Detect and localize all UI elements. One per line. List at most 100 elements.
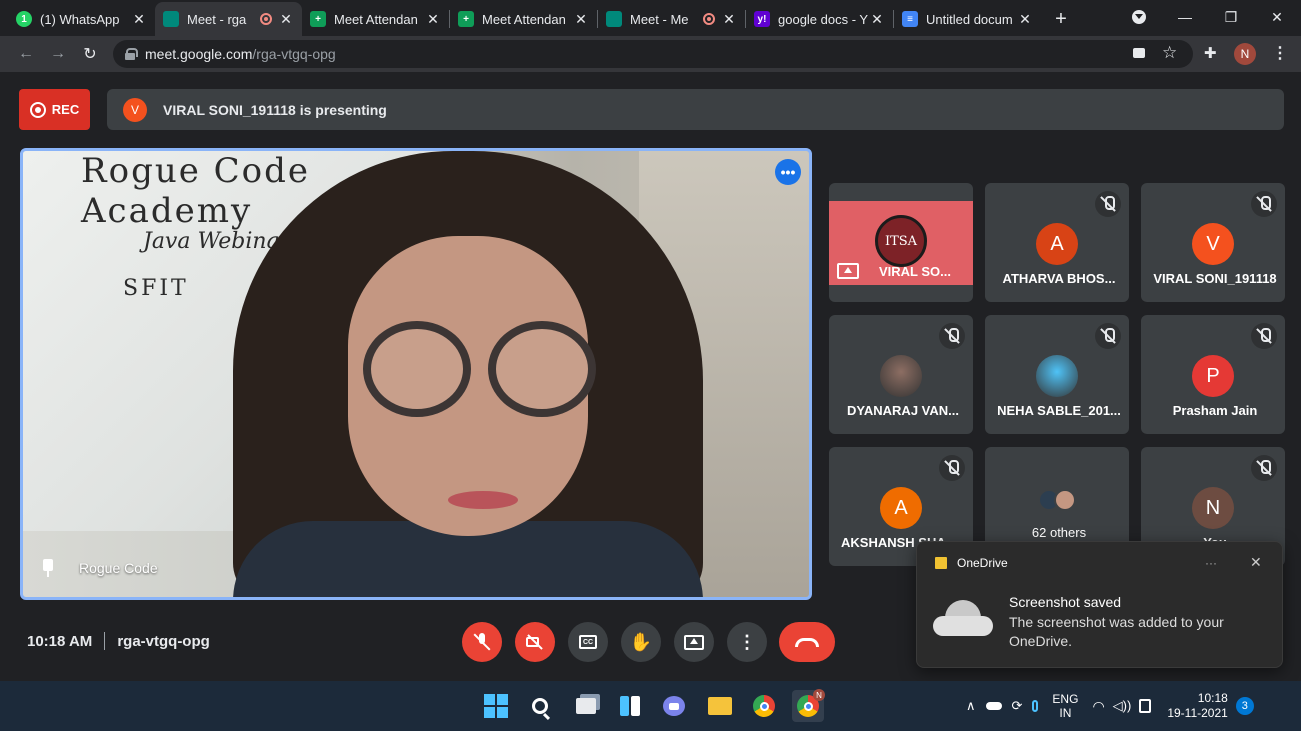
muted-mic-icon <box>1095 191 1121 217</box>
bookmark-star-icon[interactable]: ☆ <box>1162 43 1177 63</box>
language-indicator[interactable]: ENG IN <box>1052 692 1078 720</box>
mic-off-icon <box>473 633 491 651</box>
onedrive-icon <box>935 557 947 569</box>
browser-tab-strip: 1 (1) WhatsApp ✕ Meet - rga ✕ + Meet Attendan ✕… <box>0 0 1301 36</box>
browser-tab[interactable]: 1 (1) WhatsApp ✕ <box>8 2 155 36</box>
participant-name: DYANARAJ VAN... <box>847 403 959 418</box>
screen-share-thumbnail: ITSA VIRAL SO... <box>829 201 973 285</box>
camera-off-button[interactable] <box>515 622 555 662</box>
clock[interactable]: 10:18 19-11-2021 <box>1167 691 1228 721</box>
forward-button[interactable]: → <box>42 38 74 70</box>
participant-tile[interactable]: V VIRAL SONI_191118 <box>1141 183 1285 302</box>
profile-avatar[interactable]: N <box>1234 43 1256 65</box>
participant-name: ATHARVA BHOS... <box>1002 271 1116 286</box>
sync-icon[interactable]: ⟳ <box>1012 698 1023 714</box>
main-tile-name: Rogue Code <box>79 560 158 576</box>
main-video-tile[interactable]: Rogue Code Academy Java Webinar SFIT •••… <box>20 148 812 600</box>
tab-title: Untitled docum <box>926 11 1013 27</box>
search-icon[interactable] <box>524 690 556 722</box>
tab-title: (1) WhatsApp <box>40 11 120 27</box>
microphone-icon[interactable] <box>1032 700 1039 712</box>
hand-icon: ✋ <box>629 631 653 652</box>
browser-tab[interactable]: ≡ Untitled docum ✕ <box>894 2 1041 36</box>
participant-avatar: A <box>880 487 922 529</box>
captions-button[interactable]: CC <box>568 622 608 662</box>
tab-close-icon[interactable]: ✕ <box>425 11 441 28</box>
recording-indicator-icon <box>703 13 715 25</box>
meeting-details[interactable]: 10:18 AM rga-vtgq-opg <box>27 632 210 650</box>
volume-icon[interactable]: ◁)) <box>1113 698 1132 714</box>
tab-close-icon[interactable]: ✕ <box>573 11 589 28</box>
tab-close-icon[interactable]: ✕ <box>131 11 147 28</box>
participant-tile[interactable]: A ATHARVA BHOS... <box>985 183 1129 302</box>
back-button[interactable]: ← <box>10 38 42 70</box>
participant-tile[interactable]: DYANARAJ VAN... <box>829 315 973 434</box>
teams-chat-icon[interactable] <box>658 690 690 722</box>
onedrive-tray-icon[interactable] <box>985 702 1002 710</box>
tab-close-icon[interactable]: ✕ <box>278 11 294 28</box>
browser-tab[interactable]: y! google docs - Y ✕ <box>746 2 893 36</box>
google-sheets-icon: + <box>310 11 326 27</box>
profile-chevron-button[interactable] <box>1116 0 1162 34</box>
mic-off-button[interactable] <box>462 622 502 662</box>
itsa-logo: ITSA <box>875 215 927 267</box>
participant-tile[interactable]: ITSA VIRAL SO... <box>829 183 973 302</box>
browser-tab[interactable]: + Meet Attendan ✕ <box>450 2 597 36</box>
browser-tab[interactable]: + Meet Attendan ✕ <box>302 2 449 36</box>
camera-in-use-icon[interactable] <box>1133 48 1145 58</box>
windows-start-icon[interactable] <box>480 690 512 722</box>
minimize-button[interactable]: — <box>1162 0 1208 34</box>
address-bar[interactable]: meet.google.com/rga-vtgq-opg <box>113 40 1193 68</box>
recording-button[interactable]: REC <box>19 89 90 130</box>
file-explorer-icon[interactable] <box>704 690 736 722</box>
leave-call-button[interactable] <box>779 622 835 662</box>
tab-close-icon[interactable]: ✕ <box>869 11 885 28</box>
toast-close-icon[interactable]: ✕ <box>1250 554 1262 571</box>
presenter-person <box>233 151 703 597</box>
google-docs-icon: ≡ <box>902 11 918 27</box>
url-path: /rga-vtgq-opg <box>252 46 336 62</box>
chrome-icon[interactable] <box>748 690 780 722</box>
notification-badge[interactable]: 3 <box>1235 697 1254 715</box>
widgets-icon[interactable] <box>614 690 646 722</box>
present-button[interactable] <box>674 622 714 662</box>
close-window-button[interactable]: ✕ <box>1254 0 1300 34</box>
toast-app-name: OneDrive <box>957 556 1008 570</box>
participant-tile[interactable]: NEHA SABLE_201... <box>985 315 1129 434</box>
reload-button[interactable]: ↻ <box>74 38 106 70</box>
participant-name: Prasham Jain <box>1172 403 1258 418</box>
browser-tab[interactable]: Meet - rga ✕ <box>155 2 302 36</box>
toast-more-icon[interactable]: ··· <box>1205 556 1217 570</box>
raise-hand-button[interactable]: ✋ <box>621 622 661 662</box>
lock-icon <box>125 48 138 60</box>
yahoo-icon: y! <box>754 11 770 27</box>
wifi-icon[interactable]: ◠ <box>1092 698 1104 715</box>
cloud-icon <box>933 600 993 636</box>
participant-avatar: V <box>1192 223 1234 265</box>
browser-tab[interactable]: Meet - Me ✕ <box>598 2 745 36</box>
browser-toolbar: ← → ↻ meet.google.com/rga-vtgq-opg ☆ ✚ N… <box>0 36 1301 72</box>
muted-mic-icon <box>939 455 965 481</box>
more-options-button[interactable]: ⋮ <box>727 622 767 662</box>
onedrive-notification[interactable]: OneDrive ··· ✕ Screenshot saved The scre… <box>916 541 1283 668</box>
participant-tile[interactable]: P Prasham Jain <box>1141 315 1285 434</box>
task-view-icon[interactable] <box>570 690 602 722</box>
participant-name: VIRAL SONI_191118 <box>1153 271 1277 286</box>
new-tab-button[interactable]: + <box>1047 2 1075 36</box>
chrome-profile-icon[interactable]: N <box>792 689 825 722</box>
present-screen-icon <box>837 263 859 279</box>
toast-title: Screenshot saved <box>1009 594 1122 610</box>
extensions-icon[interactable]: ✚ <box>1204 44 1217 62</box>
pin-icon[interactable] <box>41 559 55 577</box>
tray-overflow-icon[interactable]: ∧ <box>966 698 976 714</box>
tab-close-icon[interactable]: ✕ <box>721 11 737 28</box>
muted-mic-icon <box>1251 323 1277 349</box>
tab-close-icon[interactable]: ✕ <box>1017 11 1033 28</box>
restore-button[interactable]: ❐ <box>1208 0 1254 34</box>
participant-avatar <box>880 355 922 397</box>
captions-icon: CC <box>579 635 597 649</box>
muted-mic-icon <box>1095 323 1121 349</box>
tile-more-options-icon[interactable]: ••• <box>775 159 801 185</box>
battery-icon[interactable] <box>1139 699 1152 713</box>
browser-menu-icon[interactable]: ⋮ <box>1272 43 1288 63</box>
